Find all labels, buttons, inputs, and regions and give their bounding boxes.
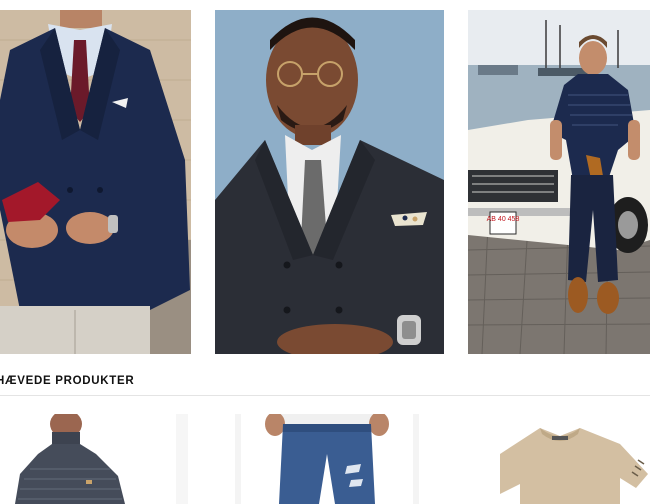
photo-car-man: AB 40 458 <box>468 10 650 354</box>
hero-image-suit[interactable] <box>215 10 444 354</box>
featured-products-heading: HÆVEDE PRODUKTER <box>0 375 135 387</box>
product-card-sweater[interactable] <box>0 414 188 504</box>
product-image-jeans <box>235 414 419 504</box>
hero-image-car[interactable]: AB 40 458 <box>468 10 650 354</box>
photo-suit-man <box>215 10 444 354</box>
product-image-tshirt <box>470 414 650 504</box>
hero-image-blazer[interactable] <box>0 10 191 354</box>
photo-blazer-man <box>0 10 191 354</box>
product-card-tshirt[interactable] <box>470 414 650 504</box>
car-plate-text: AB 40 458 <box>487 216 520 223</box>
product-image-sweater <box>0 414 188 504</box>
section-divider <box>0 395 650 396</box>
product-card-jeans[interactable] <box>235 414 419 504</box>
